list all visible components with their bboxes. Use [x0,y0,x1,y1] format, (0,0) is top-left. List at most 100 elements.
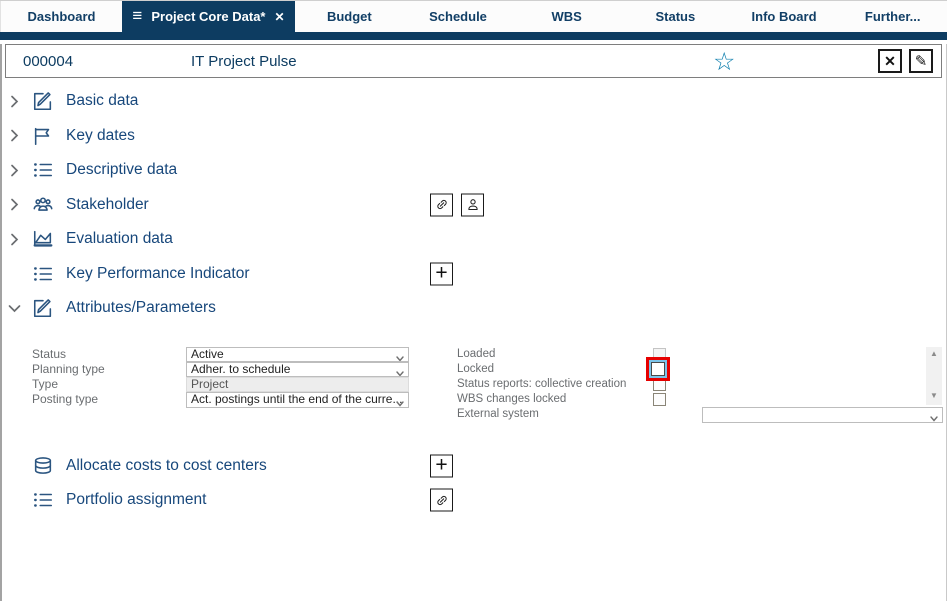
scroll-down-icon[interactable]: ▼ [926,391,942,403]
stakeholder-link-button[interactable] [430,193,453,217]
chevron-right-icon[interactable] [10,95,30,108]
form-scrollbar[interactable]: ▲ ▼ [926,346,942,405]
field-label-status: Status [32,346,67,361]
tab-label: Further... [864,9,921,24]
planning-type-select[interactable]: Adher. to schedule [186,361,409,377]
wbs-changes-locked-checkbox[interactable] [653,392,666,406]
add-kpi-button[interactable]: + [430,261,453,286]
database-icon [32,454,56,478]
section-title: Descriptive data [66,161,178,179]
pencil-icon: ✎ [914,53,928,70]
section-list: Basic data Key dates Descriptive data St… [2,84,946,326]
status-select[interactable]: Active [186,346,409,362]
close-icon: ✕ [884,52,896,69]
tab-bar-underline [0,32,947,40]
section-key-performance-indicator[interactable]: Key Performance Indicator + [2,257,946,292]
section-descriptive-data[interactable]: Descriptive data [2,153,946,188]
tab-close-icon[interactable]: ✕ [275,10,285,24]
edit-button[interactable]: ✎ [909,49,933,73]
field-label-status-reports: Status reports: collective creation [457,377,627,390]
posting-type-select-value: Act. postings until the end of the curre… [191,392,403,406]
section-title: Portfolio assignment [66,491,207,509]
tab-dashboard[interactable]: Dashboard [0,1,122,32]
section-attributes-parameters[interactable]: Attributes/Parameters [2,291,946,326]
field-label-posting-type: Posting type [32,391,99,406]
list-icon [32,158,56,182]
section-allocate-costs[interactable]: Allocate costs to cost centers + [2,449,946,484]
section-key-dates[interactable]: Key dates [2,119,946,154]
chevron-down-icon [396,352,404,362]
tab-budget[interactable]: Budget [295,1,404,32]
close-button[interactable]: ✕ [878,49,902,73]
highlight-box [646,356,670,381]
object-header: 000004 IT Project Pulse ☆ ✕ ✎ [5,44,942,78]
section-title: Evaluation data [66,230,173,248]
posting-type-select[interactable]: Act. postings until the end of the curre… [186,392,409,408]
field-label-planning-type: Planning type [32,361,105,376]
section-portfolio-assignment[interactable]: Portfolio assignment [2,483,946,518]
chevron-down-icon [396,367,404,377]
chevron-down-icon [930,412,938,422]
stakeholder-person-button[interactable] [461,193,484,217]
section-evaluation-data[interactable]: Evaluation data [2,222,946,257]
portfolio-link-button[interactable] [430,488,453,512]
add-cost-allocation-button[interactable]: + [430,453,453,478]
bottom-section-list: Allocate costs to cost centers + Portfol… [2,449,946,518]
section-title: Stakeholder [66,195,149,213]
field-label-type: Type [32,376,59,391]
tab-project-core-data[interactable]: ≡ Project Core Data* ✕ [122,1,295,32]
tab-label: WBS [551,9,582,24]
section-stakeholder[interactable]: Stakeholder [2,188,946,223]
list-icon [32,488,56,512]
edit-icon [32,89,56,113]
edit-icon [32,296,56,320]
tab-label: Status [655,9,696,24]
project-id: 000004 [23,53,74,70]
flag-icon [32,124,56,148]
content-window: 000004 IT Project Pulse ☆ ✕ ✎ Basic data… [0,44,947,601]
planning-type-select-value: Adher. to schedule [191,361,291,376]
tab-wbs[interactable]: WBS [512,1,621,32]
locked-checkbox[interactable] [651,361,665,376]
chevron-right-icon[interactable] [10,233,30,246]
tab-schedule[interactable]: Schedule [404,1,513,32]
tab-label: Project Core Data* [151,9,266,24]
plus-icon: + [435,261,448,285]
section-title: Attributes/Parameters [66,299,216,317]
chevron-right-icon[interactable] [10,198,30,211]
type-readonly-field: Project [186,377,409,392]
tab-label: Schedule [429,9,487,24]
favorite-star-icon[interactable]: ☆ [713,46,735,78]
tab-label: Dashboard [27,9,96,24]
section-title: Key dates [66,126,135,144]
section-title: Basic data [66,92,139,110]
field-label-locked: Locked [457,362,495,375]
section-title: Key Performance Indicator [66,264,250,282]
tab-info-board[interactable]: Info Board [730,1,839,32]
chevron-right-icon[interactable] [10,129,30,142]
field-label-wbs-changes-locked: WBS changes locked [457,392,567,405]
project-name: IT Project Pulse [191,53,297,70]
status-select-value: Active [191,346,224,361]
scroll-up-icon[interactable]: ▲ [926,349,942,361]
tab-bar: Dashboard ≡ Project Core Data* ✕ Budget … [0,0,947,32]
tab-status[interactable]: Status [621,1,730,32]
tab-further[interactable]: Further... [838,1,947,32]
field-label-loaded: Loaded [457,347,496,360]
field-label-external-system: External system [457,407,539,420]
hamburger-icon[interactable]: ≡ [132,7,142,24]
chevron-right-icon[interactable] [10,164,30,177]
section-title: Allocate costs to cost centers [66,456,267,474]
section-basic-data[interactable]: Basic data [2,84,946,119]
tab-label: Budget [326,9,372,24]
tab-label: Info Board [751,9,817,24]
plus-icon: + [435,453,448,477]
chevron-down-icon[interactable] [8,302,30,315]
chevron-down-icon [396,397,404,407]
list-icon [32,262,56,286]
external-system-select[interactable] [702,406,943,423]
area-chart-icon [32,227,56,251]
